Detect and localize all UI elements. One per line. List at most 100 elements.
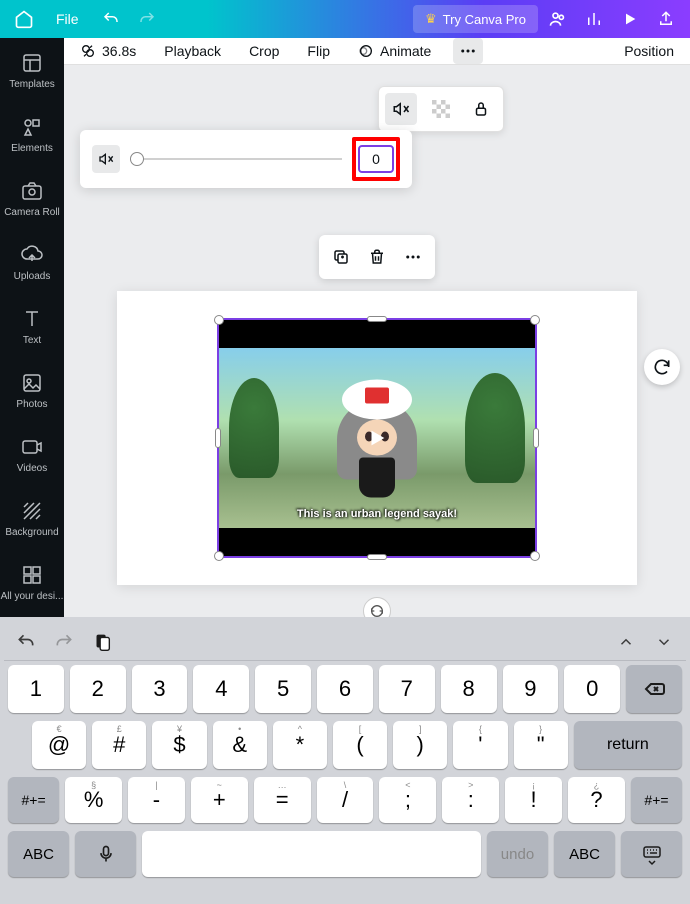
crop-button[interactable]: Crop — [243, 39, 285, 63]
key-abc-right[interactable]: ABC — [554, 831, 615, 877]
key-at[interactable]: €@ — [32, 721, 86, 769]
key-plus[interactable]: ~+ — [191, 777, 248, 823]
key-undo[interactable]: undo — [487, 831, 548, 877]
resize-handle[interactable] — [215, 428, 221, 448]
play-icon[interactable] — [614, 3, 646, 35]
more-popup — [378, 86, 504, 132]
key-percent[interactable]: §% — [65, 777, 122, 823]
key-abc-left[interactable]: ABC — [8, 831, 69, 877]
sidebar-item-label: Camera Roll — [4, 207, 60, 218]
transparency-icon[interactable] — [425, 93, 457, 125]
key-space[interactable] — [142, 831, 481, 877]
sidebar-item-camera-roll[interactable]: Camera Roll — [0, 166, 64, 230]
key-5[interactable]: 5 — [255, 665, 311, 713]
key-minus[interactable]: |- — [128, 777, 185, 823]
key-dquote[interactable]: }" — [514, 721, 568, 769]
key-star[interactable]: ^* — [273, 721, 327, 769]
flip-button[interactable]: Flip — [301, 39, 336, 63]
stats-icon[interactable] — [578, 3, 610, 35]
collaborate-icon[interactable] — [542, 3, 574, 35]
sidebar-item-videos[interactable]: Videos — [0, 422, 64, 486]
slider-thumb[interactable] — [130, 152, 144, 166]
refresh-fab[interactable] — [644, 349, 680, 385]
key-semicolon[interactable]: <; — [379, 777, 436, 823]
keyboard-row-4: ABC undo ABC — [4, 827, 686, 881]
position-button[interactable]: Position — [618, 39, 680, 63]
play-overlay-icon[interactable] — [362, 423, 392, 453]
key-9[interactable]: 9 — [503, 665, 559, 713]
key-4[interactable]: 4 — [193, 665, 249, 713]
sidebar-item-photos[interactable]: Photos — [0, 358, 64, 422]
key-backspace[interactable] — [626, 665, 682, 713]
key-return[interactable]: return — [574, 721, 682, 769]
resize-handle[interactable] — [367, 316, 387, 322]
key-equals[interactable]: …= — [254, 777, 311, 823]
redo-icon[interactable] — [131, 3, 163, 35]
key-symbols-left[interactable]: #+= — [8, 777, 59, 823]
playback-button[interactable]: Playback — [158, 39, 227, 63]
undo-icon[interactable] — [95, 3, 127, 35]
crown-icon: ♛ — [425, 11, 437, 27]
volume-input[interactable] — [358, 145, 394, 173]
sidebar-item-templates[interactable]: Templates — [0, 38, 64, 102]
animate-button[interactable]: Animate — [352, 39, 437, 63]
key-mic[interactable] — [75, 831, 136, 877]
resize-handle[interactable] — [530, 315, 540, 325]
sidebar-item-text[interactable]: Text — [0, 294, 64, 358]
sidebar-item-label: Videos — [17, 463, 47, 474]
volume-mute-icon[interactable] — [385, 93, 417, 125]
key-question[interactable]: ¿? — [568, 777, 625, 823]
sidebar-item-label: All your desi... — [1, 591, 64, 602]
lock-icon[interactable] — [465, 93, 497, 125]
pro-label: Try Canva Pro — [443, 12, 526, 27]
key-quote[interactable]: {' — [453, 721, 507, 769]
key-3[interactable]: 3 — [132, 665, 188, 713]
key-6[interactable]: 6 — [317, 665, 373, 713]
design-canvas[interactable]: This is an urban legend sayak! — [117, 291, 637, 585]
sidebar-item-label: Templates — [9, 79, 55, 90]
resize-handle[interactable] — [214, 315, 224, 325]
key-symbols-right[interactable]: #+= — [631, 777, 682, 823]
file-button[interactable]: File — [44, 3, 91, 35]
duration-button[interactable]: 36.8s — [74, 39, 142, 63]
key-1[interactable]: 1 — [8, 665, 64, 713]
key-lparen[interactable]: [( — [333, 721, 387, 769]
resize-handle[interactable] — [533, 428, 539, 448]
video-element[interactable]: This is an urban legend sayak! — [217, 318, 537, 558]
top-bar: File ♛ Try Canva Pro — [0, 0, 690, 38]
key-slash[interactable]: \/ — [317, 777, 374, 823]
resize-handle[interactable] — [530, 551, 540, 561]
key-8[interactable]: 8 — [441, 665, 497, 713]
key-2[interactable]: 2 — [70, 665, 126, 713]
kb-clipboard-icon[interactable] — [90, 630, 114, 654]
key-rparen[interactable]: ]) — [393, 721, 447, 769]
sidebar-item-background[interactable]: Background — [0, 486, 64, 550]
sidebar-item-elements[interactable]: Elements — [0, 102, 64, 166]
resize-handle[interactable] — [367, 554, 387, 560]
key-dismiss[interactable] — [621, 831, 682, 877]
context-more-icon[interactable] — [397, 241, 429, 273]
try-pro-button[interactable]: ♛ Try Canva Pro — [413, 5, 538, 33]
key-colon[interactable]: >: — [442, 777, 499, 823]
volume-slider[interactable] — [130, 158, 342, 160]
more-button[interactable] — [453, 38, 483, 64]
mute-toggle[interactable] — [92, 145, 120, 173]
sidebar-item-uploads[interactable]: Uploads — [0, 230, 64, 294]
kb-down-icon[interactable] — [652, 630, 676, 654]
kb-undo-icon[interactable] — [14, 630, 38, 654]
sidebar-item-all-designs[interactable]: All your desi... — [0, 550, 64, 614]
home-icon[interactable] — [8, 3, 40, 35]
duplicate-icon[interactable] — [325, 241, 357, 273]
delete-icon[interactable] — [361, 241, 393, 273]
key-dollar[interactable]: ¥$ — [152, 721, 206, 769]
kb-redo-icon[interactable] — [52, 630, 76, 654]
share-icon[interactable] — [650, 3, 682, 35]
sidebar: Templates Elements Camera Roll Uploads T… — [0, 38, 64, 617]
key-0[interactable]: 0 — [564, 665, 620, 713]
key-amp[interactable]: •& — [213, 721, 267, 769]
key-hash[interactable]: £# — [92, 721, 146, 769]
key-7[interactable]: 7 — [379, 665, 435, 713]
kb-up-icon[interactable] — [614, 630, 638, 654]
key-exclaim[interactable]: ¡! — [505, 777, 562, 823]
resize-handle[interactable] — [214, 551, 224, 561]
